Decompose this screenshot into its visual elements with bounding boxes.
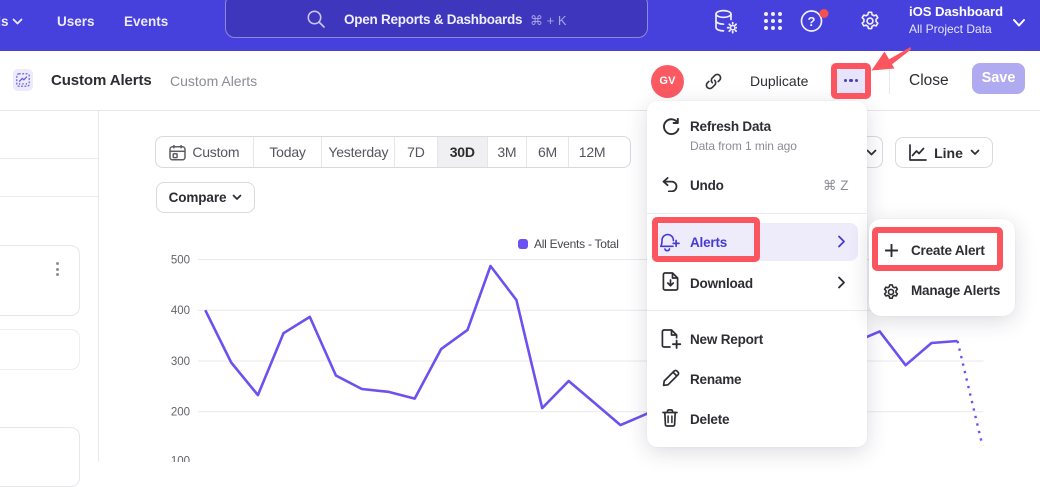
svg-text:100: 100	[171, 456, 190, 463]
svg-text:500: 500	[171, 255, 190, 267]
svg-text:200: 200	[171, 407, 190, 419]
svg-text:?: ?	[808, 14, 816, 29]
svg-text:400: 400	[171, 305, 190, 317]
svg-text:300: 300	[171, 356, 190, 368]
